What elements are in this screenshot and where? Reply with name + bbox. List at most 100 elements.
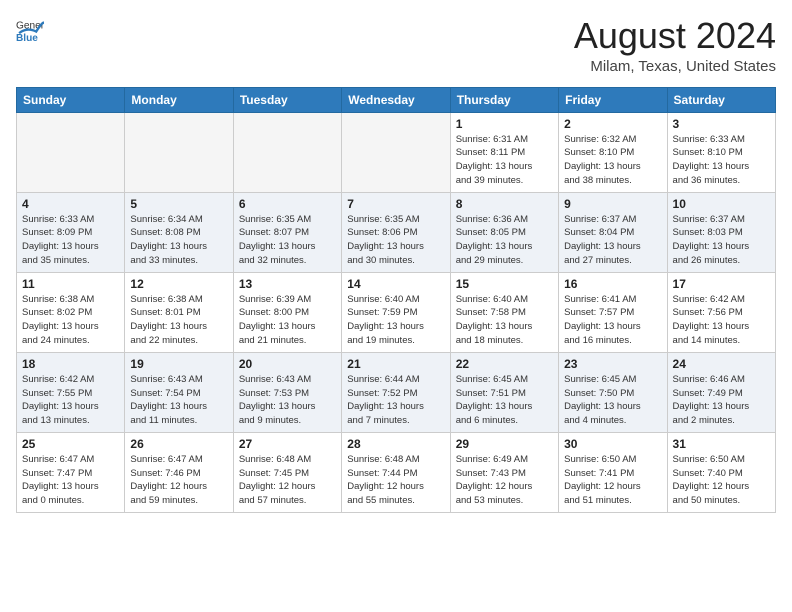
day-info: Sunrise: 6:42 AM Sunset: 7:56 PM Dayligh… — [673, 293, 770, 348]
day-info: Sunrise: 6:34 AM Sunset: 8:08 PM Dayligh… — [130, 213, 227, 268]
day-number: 6 — [239, 197, 336, 211]
calendar-week-row: 18 Sunrise: 6:42 AM Sunset: 7:55 PM Dayli… — [17, 352, 776, 432]
day-info: Sunrise: 6:44 AM Sunset: 7:52 PM Dayligh… — [347, 373, 444, 428]
day-number: 11 — [22, 277, 119, 291]
logo-icon: General Blue — [16, 16, 44, 44]
calendar-day-cell — [233, 112, 341, 192]
page-header: General Blue August 2024 Milam, Texas, U… — [16, 16, 776, 75]
calendar-day-cell: 15 Sunrise: 6:40 AM Sunset: 7:58 PM Dayli… — [450, 272, 558, 352]
calendar-day-cell: 11 Sunrise: 6:38 AM Sunset: 8:02 PM Dayli… — [17, 272, 125, 352]
day-info: Sunrise: 6:43 AM Sunset: 7:53 PM Dayligh… — [239, 373, 336, 428]
calendar-day-cell: 31Sunrise: 6:50 AM Sunset: 7:40 PM Dayli… — [667, 432, 775, 512]
day-info: Sunrise: 6:41 AM Sunset: 7:57 PM Dayligh… — [564, 293, 661, 348]
day-number: 13 — [239, 277, 336, 291]
calendar-day-cell: 17 Sunrise: 6:42 AM Sunset: 7:56 PM Dayli… — [667, 272, 775, 352]
calendar-day-cell: 21 Sunrise: 6:44 AM Sunset: 7:52 PM Dayli… — [342, 352, 450, 432]
calendar-day-cell: 4Sunrise: 6:33 AM Sunset: 8:09 PM Daylig… — [17, 192, 125, 272]
calendar-week-row: 11 Sunrise: 6:38 AM Sunset: 8:02 PM Dayli… — [17, 272, 776, 352]
calendar-day-cell: 25Sunrise: 6:47 AM Sunset: 7:47 PM Dayli… — [17, 432, 125, 512]
day-info: Sunrise: 6:50 AM Sunset: 7:41 PM Dayligh… — [564, 453, 661, 508]
calendar-day-cell: 5 Sunrise: 6:34 AM Sunset: 8:08 PM Daylig… — [125, 192, 233, 272]
calendar-day-cell — [17, 112, 125, 192]
calendar-day-cell — [342, 112, 450, 192]
calendar-week-row: 25Sunrise: 6:47 AM Sunset: 7:47 PM Dayli… — [17, 432, 776, 512]
day-number: 28 — [347, 437, 444, 451]
calendar-day-cell: 22 Sunrise: 6:45 AM Sunset: 7:51 PM Dayli… — [450, 352, 558, 432]
weekday-header-monday: Monday — [125, 87, 233, 112]
day-info: Sunrise: 6:50 AM Sunset: 7:40 PM Dayligh… — [673, 453, 770, 508]
calendar-day-cell: 18 Sunrise: 6:42 AM Sunset: 7:55 PM Dayli… — [17, 352, 125, 432]
day-number: 9 — [564, 197, 661, 211]
calendar-day-cell: 23 Sunrise: 6:45 AM Sunset: 7:50 PM Dayli… — [559, 352, 667, 432]
title-block: August 2024 Milam, Texas, United States — [574, 16, 776, 75]
day-info: Sunrise: 6:48 AM Sunset: 7:45 PM Dayligh… — [239, 453, 336, 508]
day-number: 16 — [564, 277, 661, 291]
day-info: Sunrise: 6:45 AM Sunset: 7:51 PM Dayligh… — [456, 373, 553, 428]
day-info: Sunrise: 6:39 AM Sunset: 8:00 PM Dayligh… — [239, 293, 336, 348]
calendar-day-cell: 26Sunrise: 6:47 AM Sunset: 7:46 PM Dayli… — [125, 432, 233, 512]
calendar-day-cell: 14Sunrise: 6:40 AM Sunset: 7:59 PM Dayli… — [342, 272, 450, 352]
day-info: Sunrise: 6:35 AM Sunset: 8:07 PM Dayligh… — [239, 213, 336, 268]
day-info: Sunrise: 6:38 AM Sunset: 8:02 PM Dayligh… — [22, 293, 119, 348]
day-number: 12 — [130, 277, 227, 291]
day-number: 3 — [673, 117, 770, 131]
calendar-day-cell: 29 Sunrise: 6:49 AM Sunset: 7:43 PM Dayli… — [450, 432, 558, 512]
calendar-day-cell: 27 Sunrise: 6:48 AM Sunset: 7:45 PM Dayli… — [233, 432, 341, 512]
day-info: Sunrise: 6:47 AM Sunset: 7:47 PM Dayligh… — [22, 453, 119, 508]
day-info: Sunrise: 6:46 AM Sunset: 7:49 PM Dayligh… — [673, 373, 770, 428]
day-info: Sunrise: 6:36 AM Sunset: 8:05 PM Dayligh… — [456, 213, 553, 268]
calendar-day-cell: 24 Sunrise: 6:46 AM Sunset: 7:49 PM Dayli… — [667, 352, 775, 432]
day-number: 4 — [22, 197, 119, 211]
weekday-header-saturday: Saturday — [667, 87, 775, 112]
day-number: 29 — [456, 437, 553, 451]
day-info: Sunrise: 6:42 AM Sunset: 7:55 PM Dayligh… — [22, 373, 119, 428]
calendar-table: SundayMondayTuesdayWednesdayThursdayFrid… — [16, 87, 776, 513]
day-info: Sunrise: 6:35 AM Sunset: 8:06 PM Dayligh… — [347, 213, 444, 268]
calendar-day-cell: 28Sunrise: 6:48 AM Sunset: 7:44 PM Dayli… — [342, 432, 450, 512]
calendar-day-cell: 2 Sunrise: 6:32 AM Sunset: 8:10 PM Daylig… — [559, 112, 667, 192]
day-number: 17 — [673, 277, 770, 291]
day-info: Sunrise: 6:31 AM Sunset: 8:11 PM Dayligh… — [456, 133, 553, 188]
day-number: 30 — [564, 437, 661, 451]
day-number: 5 — [130, 197, 227, 211]
day-info: Sunrise: 6:49 AM Sunset: 7:43 PM Dayligh… — [456, 453, 553, 508]
day-number: 22 — [456, 357, 553, 371]
calendar-day-cell: 9 Sunrise: 6:37 AM Sunset: 8:04 PM Daylig… — [559, 192, 667, 272]
calendar-day-cell: 30 Sunrise: 6:50 AM Sunset: 7:41 PM Dayli… — [559, 432, 667, 512]
day-number: 18 — [22, 357, 119, 371]
location: Milam, Texas, United States — [574, 58, 776, 75]
day-info: Sunrise: 6:37 AM Sunset: 8:04 PM Dayligh… — [564, 213, 661, 268]
weekday-header-wednesday: Wednesday — [342, 87, 450, 112]
day-number: 15 — [456, 277, 553, 291]
day-info: Sunrise: 6:32 AM Sunset: 8:10 PM Dayligh… — [564, 133, 661, 188]
weekday-header-sunday: Sunday — [17, 87, 125, 112]
day-info: Sunrise: 6:43 AM Sunset: 7:54 PM Dayligh… — [130, 373, 227, 428]
logo: General Blue — [16, 16, 44, 44]
calendar-day-cell: 6 Sunrise: 6:35 AM Sunset: 8:07 PM Daylig… — [233, 192, 341, 272]
day-number: 27 — [239, 437, 336, 451]
calendar-day-cell: 3 Sunrise: 6:33 AM Sunset: 8:10 PM Daylig… — [667, 112, 775, 192]
calendar-day-cell: 8 Sunrise: 6:36 AM Sunset: 8:05 PM Daylig… — [450, 192, 558, 272]
day-number: 24 — [673, 357, 770, 371]
day-info: Sunrise: 6:37 AM Sunset: 8:03 PM Dayligh… — [673, 213, 770, 268]
calendar-day-cell: 16 Sunrise: 6:41 AM Sunset: 7:57 PM Dayli… — [559, 272, 667, 352]
day-info: Sunrise: 6:45 AM Sunset: 7:50 PM Dayligh… — [564, 373, 661, 428]
calendar-day-cell — [125, 112, 233, 192]
day-number: 8 — [456, 197, 553, 211]
weekday-header-tuesday: Tuesday — [233, 87, 341, 112]
svg-text:Blue: Blue — [16, 33, 38, 44]
day-number: 10 — [673, 197, 770, 211]
day-number: 23 — [564, 357, 661, 371]
day-info: Sunrise: 6:40 AM Sunset: 7:58 PM Dayligh… — [456, 293, 553, 348]
day-info: Sunrise: 6:38 AM Sunset: 8:01 PM Dayligh… — [130, 293, 227, 348]
day-number: 19 — [130, 357, 227, 371]
day-number: 26 — [130, 437, 227, 451]
calendar-day-cell: 19 Sunrise: 6:43 AM Sunset: 7:54 PM Dayli… — [125, 352, 233, 432]
month-title: August 2024 — [574, 16, 776, 56]
day-number: 2 — [564, 117, 661, 131]
calendar-day-cell: 13 Sunrise: 6:39 AM Sunset: 8:00 PM Dayli… — [233, 272, 341, 352]
day-info: Sunrise: 6:40 AM Sunset: 7:59 PM Dayligh… — [347, 293, 444, 348]
day-info: Sunrise: 6:33 AM Sunset: 8:10 PM Dayligh… — [673, 133, 770, 188]
calendar-day-cell: 10 Sunrise: 6:37 AM Sunset: 8:03 PM Dayli… — [667, 192, 775, 272]
day-number: 21 — [347, 357, 444, 371]
